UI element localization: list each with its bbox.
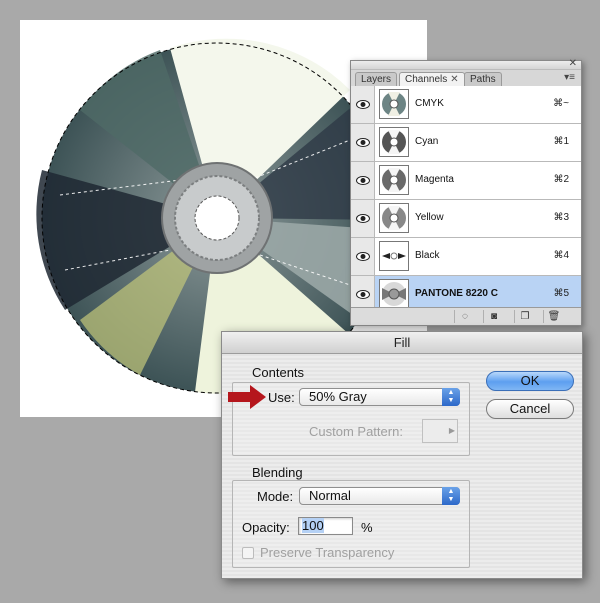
panel-menu-icon[interactable]: ▾≡ (564, 72, 575, 83)
cancel-button[interactable]: Cancel (486, 399, 574, 419)
channel-thumbnail (379, 279, 409, 309)
panel-titlebar[interactable]: ✕ (351, 58, 581, 70)
channel-thumbnail (379, 165, 409, 195)
channel-thumbnail (379, 241, 409, 271)
eye-icon (356, 252, 370, 261)
channel-shortcut: ⌘4 (553, 250, 569, 261)
tab-paths[interactable]: Paths (464, 72, 502, 86)
opacity-label: Opacity: (242, 520, 290, 535)
blending-group-label: Blending (252, 465, 303, 480)
select-arrows-icon: ▲ ▼ (442, 487, 460, 505)
visibility-toggle[interactable] (351, 200, 375, 237)
custom-pattern-label: Custom Pattern: (309, 424, 403, 439)
channel-row-yellow[interactable]: Yellow ⌘3 (351, 200, 581, 238)
channel-thumbnail (379, 127, 409, 157)
mode-label: Mode: (257, 489, 294, 504)
channel-shortcut: ⌘2 (553, 174, 569, 185)
preserve-transparency-checkbox[interactable] (242, 547, 254, 559)
channel-row-magenta[interactable]: Magenta ⌘2 (351, 162, 581, 200)
eye-icon (356, 100, 370, 109)
save-selection-icon[interactable]: ◙ (483, 310, 504, 323)
preserve-transparency-label: Preserve Transparency (260, 545, 395, 560)
eye-icon (356, 138, 370, 147)
channel-shortcut: ⌘1 (553, 136, 569, 147)
visibility-toggle[interactable] (351, 238, 375, 275)
panel-close-icon[interactable]: ✕ (569, 58, 577, 69)
select-arrows-icon: ▲ ▼ (442, 388, 460, 406)
channel-row-cmyk[interactable]: CMYK ⌘~ (351, 86, 581, 124)
mode-select[interactable]: Normal ▲ ▼ (299, 487, 460, 505)
visibility-toggle[interactable] (351, 86, 375, 123)
panel-footer: ◌ ◙ ❐ 🗑 (351, 307, 581, 325)
opacity-input[interactable]: 100 (298, 517, 353, 535)
channel-shortcut: ⌘3 (553, 212, 569, 223)
channel-list: CMYK ⌘~ Cyan ⌘1 Magenta ⌘2 Yellow ⌘3 Bla… (351, 86, 581, 314)
eye-icon (356, 290, 370, 299)
use-select[interactable]: 50% Gray ▲ ▼ (299, 388, 460, 406)
load-selection-icon[interactable]: ◌ (454, 310, 475, 323)
channel-name: Yellow (415, 212, 444, 223)
tab-layers[interactable]: Layers (355, 72, 398, 86)
panel-tabs: Layers Channels ✕ Paths ▾≡ (351, 70, 581, 87)
eye-icon (356, 176, 370, 185)
red-arrow-icon (228, 385, 266, 409)
tab-close-icon[interactable]: ✕ (450, 74, 458, 85)
cd-center-hole (194, 195, 240, 241)
eye-icon (356, 214, 370, 223)
channel-row-black[interactable]: Black ⌘4 (351, 238, 581, 276)
trash-icon[interactable]: 🗑 (543, 310, 564, 323)
new-channel-icon[interactable]: ❐ (514, 310, 535, 323)
ok-button[interactable]: OK (486, 371, 574, 391)
channel-shortcut: ⌘~ (553, 98, 569, 109)
channel-thumbnail (379, 89, 409, 119)
channels-panel: ✕ Layers Channels ✕ Paths ▾≡ CMYK ⌘~ Cya… (350, 58, 582, 326)
use-label: Use: (268, 390, 295, 405)
visibility-toggle[interactable] (351, 124, 375, 161)
opacity-percent: % (361, 520, 373, 535)
chevron-right-icon: ▶ (448, 426, 455, 435)
custom-pattern-picker[interactable]: ▶ (422, 419, 458, 443)
channel-name: Magenta (415, 174, 454, 185)
channel-name: Black (415, 250, 440, 261)
fill-dialog: Fill Contents Use: 50% Gray ▲ ▼ Custom Pa… (221, 331, 583, 579)
channel-name: CMYK (415, 98, 444, 109)
channel-thumbnail (379, 203, 409, 233)
visibility-toggle[interactable] (351, 162, 375, 199)
contents-group-label: Contents (252, 365, 305, 380)
channel-name: PANTONE 8220 C (415, 288, 498, 299)
dialog-title[interactable]: Fill (222, 332, 582, 354)
channel-row-cyan[interactable]: Cyan ⌘1 (351, 124, 581, 162)
channel-shortcut: ⌘5 (553, 288, 569, 299)
tab-channels[interactable]: Channels ✕ (399, 72, 465, 87)
channel-name: Cyan (415, 136, 439, 147)
